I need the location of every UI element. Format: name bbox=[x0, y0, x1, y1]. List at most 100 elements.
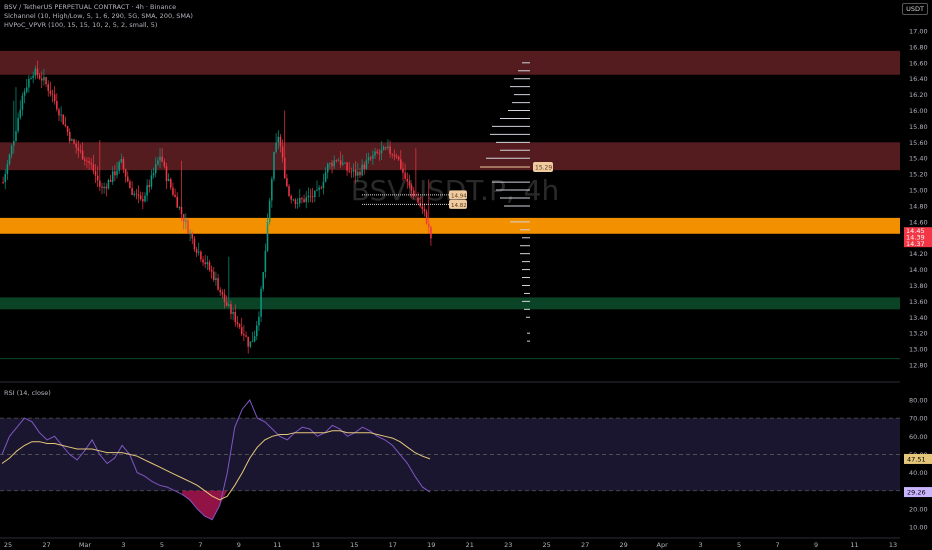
candle-body bbox=[94, 170, 97, 176]
candle-body bbox=[107, 180, 110, 189]
candle-body bbox=[200, 251, 202, 260]
candle-body bbox=[101, 186, 103, 188]
tag-2-label: 14.82 bbox=[451, 203, 467, 209]
candle-body bbox=[236, 322, 239, 324]
candle-body bbox=[99, 180, 101, 187]
indicator-sl-channel[interactable]: Slchannel (10, High/Low, 5, 1, 6, 290, 5… bbox=[4, 12, 193, 20]
candle-body bbox=[139, 195, 142, 199]
time-label: 11 bbox=[850, 541, 858, 549]
candle-body bbox=[163, 161, 166, 167]
candle-body bbox=[215, 278, 217, 281]
candle-body bbox=[374, 151, 376, 156]
candle-body bbox=[258, 316, 260, 326]
price-tick: 14.80 bbox=[909, 202, 928, 210]
candle-body bbox=[15, 131, 17, 141]
time-label: 9 bbox=[814, 541, 818, 549]
candle-body bbox=[342, 163, 344, 165]
candle-body bbox=[314, 190, 316, 198]
candle-body bbox=[404, 172, 406, 179]
rsi-label[interactable]: RSI (14, close) bbox=[4, 389, 51, 397]
price-tick: 16.40 bbox=[909, 75, 928, 83]
candle-body bbox=[17, 117, 19, 132]
candle-body bbox=[271, 178, 273, 201]
candle-body bbox=[77, 147, 80, 151]
candle-body bbox=[53, 94, 56, 101]
price-tick: 16.60 bbox=[909, 59, 928, 67]
candle-body bbox=[6, 163, 9, 174]
candle-body bbox=[23, 91, 26, 96]
candle-body bbox=[47, 84, 49, 91]
time-label: 11 bbox=[273, 541, 281, 549]
candle-body bbox=[92, 164, 95, 171]
candle-body bbox=[193, 238, 196, 250]
candle-body bbox=[195, 249, 198, 253]
candle-body bbox=[249, 341, 252, 347]
time-label: 21 bbox=[466, 541, 474, 549]
candle-body bbox=[208, 262, 211, 270]
candle-body bbox=[157, 160, 159, 165]
candle-body bbox=[2, 182, 4, 183]
candle-body bbox=[191, 232, 194, 239]
candle-body bbox=[275, 142, 277, 152]
rsi-tick: 20.00 bbox=[909, 505, 928, 513]
price-tick: 14.20 bbox=[909, 250, 928, 258]
candle-body bbox=[133, 193, 135, 195]
candle-body bbox=[365, 160, 368, 169]
time-label: 25 bbox=[543, 541, 551, 549]
candle-body bbox=[305, 197, 307, 202]
time-label: 7 bbox=[198, 541, 202, 549]
candle-body bbox=[122, 159, 125, 170]
candle-body bbox=[344, 162, 346, 164]
candle-body bbox=[273, 151, 275, 179]
candle-body bbox=[172, 187, 174, 195]
symbol-title[interactable]: BSV / TetherUS PERPETUAL CONTRACT · 4h ·… bbox=[4, 3, 176, 11]
candle-body bbox=[309, 195, 312, 197]
candle-body bbox=[410, 185, 413, 191]
candle-body bbox=[152, 173, 155, 176]
price-tick: 15.60 bbox=[909, 139, 928, 147]
candle-body bbox=[385, 146, 387, 148]
candle-body bbox=[389, 146, 391, 154]
candle-body bbox=[170, 179, 172, 188]
candle-body bbox=[423, 209, 426, 212]
indicator-hvpoc[interactable]: HVPoC_VPVR (100, 15, 15, 10, 2, 5, 2, sm… bbox=[4, 21, 157, 29]
candle-body bbox=[187, 220, 189, 234]
candle-body bbox=[49, 90, 52, 94]
rsi-tick: 70.00 bbox=[909, 415, 928, 423]
candle-body bbox=[303, 199, 305, 202]
candle-body bbox=[71, 139, 73, 142]
candle-body bbox=[167, 179, 170, 182]
candle-body bbox=[367, 157, 370, 161]
candle-body bbox=[247, 336, 249, 347]
candle-body bbox=[380, 150, 383, 154]
candle-body bbox=[387, 146, 389, 148]
candle-body bbox=[348, 170, 350, 172]
candle-body bbox=[28, 78, 30, 88]
candle-body bbox=[279, 136, 282, 147]
candle-body bbox=[30, 78, 32, 79]
rsi-tick: 60.00 bbox=[909, 433, 928, 441]
candle-body bbox=[256, 325, 258, 337]
time-label: 15 bbox=[350, 541, 358, 549]
rsi-value: 29.26 bbox=[907, 489, 926, 497]
candle-body bbox=[86, 160, 88, 162]
candle-body bbox=[228, 304, 230, 306]
candle-body bbox=[251, 341, 254, 343]
candle-body bbox=[359, 171, 361, 176]
time-label: 3 bbox=[121, 541, 125, 549]
candle-body bbox=[38, 75, 41, 79]
candle-body bbox=[292, 199, 295, 201]
candle-body bbox=[393, 154, 396, 156]
price-tick: 13.40 bbox=[909, 314, 928, 322]
candle-body bbox=[21, 95, 24, 110]
candle-body bbox=[260, 288, 262, 317]
time-label: 17 bbox=[389, 541, 397, 549]
candle-body bbox=[425, 211, 428, 224]
candle-body bbox=[150, 175, 153, 187]
candle-body bbox=[10, 145, 13, 155]
candle-body bbox=[329, 162, 331, 164]
candle-body bbox=[324, 172, 327, 182]
time-label: 27 bbox=[42, 541, 50, 549]
candle-body bbox=[402, 168, 404, 173]
currency-badge[interactable]: USDT bbox=[902, 3, 928, 15]
